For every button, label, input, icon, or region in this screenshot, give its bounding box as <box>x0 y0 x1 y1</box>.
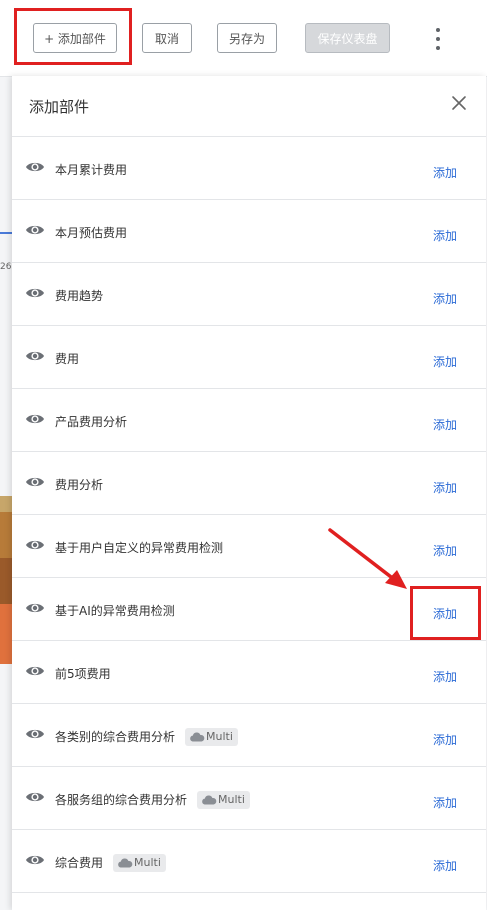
add-widget-link[interactable]: 添加 <box>433 290 457 307</box>
multi-badge-text: Multi <box>134 856 161 869</box>
widget-label-text: 基于用户自定义的异常费用检测 <box>55 541 224 555</box>
add-widget-link[interactable]: 添加 <box>433 416 457 433</box>
widget-list-item: 综合费用 Multi 添加 <box>12 830 486 893</box>
widget-list-item: 费用分析 添加 <box>12 452 486 515</box>
eye-icon[interactable] <box>25 475 45 489</box>
widget-label-text: 各类别的综合费用分析 <box>55 730 176 744</box>
add-widget-link[interactable]: 添加 <box>433 479 457 496</box>
panel-title: 添加部件 <box>29 98 90 116</box>
widget-label: 各服务组的综合费用分析 Multi <box>55 790 250 810</box>
eye-icon[interactable] <box>25 853 45 867</box>
widget-list-item: 费用 添加 <box>12 326 486 389</box>
background-chart-bar <box>0 558 12 604</box>
widget-label: 本月累计费用 <box>55 161 127 178</box>
background-tick-label: 26 <box>0 262 12 272</box>
background-chart-bar <box>0 604 12 664</box>
widget-label: 基于用户自定义的异常费用检测 <box>55 539 223 556</box>
widget-list-item: 基于AI的异常费用检测 添加 <box>12 578 486 641</box>
widget-label: 费用分析 <box>55 476 103 493</box>
widget-list-item: 本月累计费用 添加 <box>12 137 486 200</box>
add-widget-button[interactable]: + 添加部件 <box>33 23 117 53</box>
cloud-icon <box>202 795 217 804</box>
eye-icon[interactable] <box>25 349 45 363</box>
widget-list-item: 费用趋势 添加 <box>12 263 486 326</box>
widget-label-text: 费用 <box>55 352 80 366</box>
add-widget-link[interactable]: 添加 <box>433 164 457 181</box>
widget-label: 费用 <box>55 350 79 367</box>
background-chart-bar <box>0 496 12 512</box>
widget-label: 基于AI的异常费用检测 <box>55 602 175 619</box>
background-chart-bar <box>0 512 12 558</box>
add-widget-link[interactable]: 添加 <box>433 542 457 559</box>
widget-list: 本月累计费用 添加 本月预估费用 添加 费用趋势 添加 费用 添加 产品费用分析 添加 费用分析 添加… <box>12 137 486 893</box>
more-vertical-icon[interactable] <box>430 28 446 50</box>
close-icon[interactable] <box>450 94 468 112</box>
eye-icon[interactable] <box>25 601 45 615</box>
widget-label-text: 前5项费用 <box>55 667 111 681</box>
add-widget-link[interactable]: 添加 <box>433 605 457 622</box>
add-widget-link[interactable]: 添加 <box>433 731 457 748</box>
eye-icon[interactable] <box>25 727 45 741</box>
save-dashboard-button[interactable]: 保存仪表盘 <box>305 23 390 53</box>
widget-label-text: 产品费用分析 <box>55 415 128 429</box>
add-widget-link[interactable]: 添加 <box>433 857 457 874</box>
add-widget-link[interactable]: 添加 <box>433 668 457 685</box>
panel-header: 添加部件 <box>12 76 486 137</box>
widget-list-item: 基于用户自定义的异常费用检测 添加 <box>12 515 486 578</box>
eye-icon[interactable] <box>25 286 45 300</box>
widget-list-item: 本月预估费用 添加 <box>12 200 486 263</box>
dashboard-toolbar: + 添加部件 取消 另存为 保存仪表盘 <box>0 0 487 77</box>
widget-list-item: 各类别的综合费用分析 Multi 添加 <box>12 704 486 767</box>
widget-label-text: 基于AI的异常费用检测 <box>55 604 175 618</box>
multi-badge: Multi <box>113 853 166 872</box>
widget-list-item: 产品费用分析 添加 <box>12 389 486 452</box>
cloud-icon <box>118 858 133 867</box>
add-widget-link[interactable]: 添加 <box>433 353 457 370</box>
eye-icon[interactable] <box>25 160 45 174</box>
widget-list-item: 前5项费用 添加 <box>12 641 486 704</box>
add-widget-link[interactable]: 添加 <box>433 794 457 811</box>
widget-label: 前5项费用 <box>55 665 111 682</box>
eye-icon[interactable] <box>25 790 45 804</box>
widget-label-text: 各服务组的综合费用分析 <box>55 793 188 807</box>
widget-label-text: 综合费用 <box>55 856 104 870</box>
widget-label-text: 费用趋势 <box>55 289 104 303</box>
widget-list-item: 各服务组的综合费用分析 Multi 添加 <box>12 767 486 830</box>
add-widget-link[interactable]: 添加 <box>433 227 457 244</box>
widget-label: 产品费用分析 <box>55 413 127 430</box>
widget-label-text: 本月预估费用 <box>55 226 128 240</box>
multi-badge-text: Multi <box>206 730 233 743</box>
cloud-icon <box>190 732 205 741</box>
widget-label: 综合费用 Multi <box>55 853 166 873</box>
add-widget-panel: 添加部件 本月累计费用 添加 本月预估费用 添加 费用趋势 添加 费用 添加 产品费用分析 添加费… <box>12 76 486 910</box>
widget-label: 各类别的综合费用分析 Multi <box>55 727 238 747</box>
multi-badge-text: Multi <box>218 793 245 806</box>
cancel-button[interactable]: 取消 <box>142 23 192 53</box>
multi-badge: Multi <box>185 727 238 746</box>
widget-label-text: 本月累计费用 <box>55 163 128 177</box>
widget-label: 费用趋势 <box>55 287 103 304</box>
eye-icon[interactable] <box>25 538 45 552</box>
widget-label: 本月预估费用 <box>55 224 127 241</box>
eye-icon[interactable] <box>25 664 45 678</box>
eye-icon[interactable] <box>25 223 45 237</box>
save-as-button[interactable]: 另存为 <box>217 23 277 53</box>
eye-icon[interactable] <box>25 412 45 426</box>
widget-label-text: 费用分析 <box>55 478 104 492</box>
multi-badge: Multi <box>197 790 250 809</box>
background-chart-line <box>0 232 12 234</box>
